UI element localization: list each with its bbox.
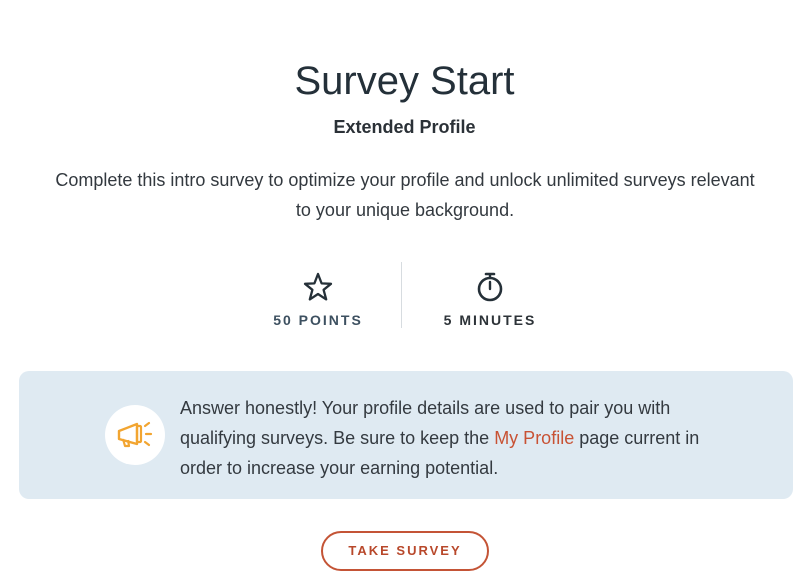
megaphone-icon [117, 421, 153, 448]
duration-label: 5 MINUTES [443, 312, 537, 328]
survey-stats: 50 POINTS 5 MINUTES [0, 262, 809, 332]
points-label: 50 POINTS [273, 312, 363, 328]
page-title: Survey Start [294, 58, 515, 103]
notice-text: Answer honestly! Your profile details ar… [180, 393, 720, 483]
survey-description: Complete this intro survey to optimize y… [55, 170, 755, 220]
take-survey-button[interactable]: TAKE SURVEY [321, 531, 489, 571]
points-stat: 50 POINTS [228, 262, 408, 332]
my-profile-link[interactable]: My Profile [494, 428, 574, 448]
survey-subtitle: Extended Profile [333, 117, 476, 137]
star-outline-icon [303, 272, 333, 301]
duration-stat: 5 MINUTES [400, 262, 580, 332]
notice-icon-badge [105, 405, 165, 465]
profile-notice: Answer honestly! Your profile details ar… [19, 371, 793, 499]
stopwatch-icon [477, 272, 503, 302]
